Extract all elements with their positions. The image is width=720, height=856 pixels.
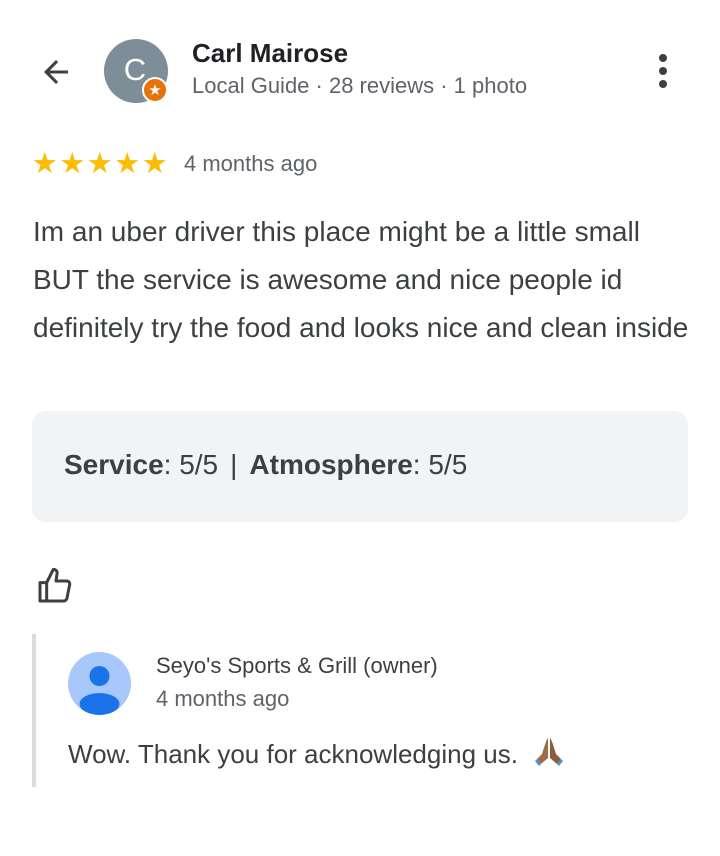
review-date: 4 months ago (184, 151, 318, 176)
star-icon: ★ (141, 148, 168, 180)
attribute-separator: | (230, 449, 238, 480)
author-meta: Local Guide · 28 reviews · 1 photo (192, 73, 528, 98)
local-guide-star-icon: ★ (142, 77, 168, 103)
owner-name: Seyo's Sports & Grill (owner) (156, 653, 438, 678)
back-button[interactable] (34, 50, 78, 94)
attribute-value: : 5/5 (163, 449, 219, 480)
star-icon: ★ (59, 148, 86, 180)
owner-response-date: 4 months ago (156, 686, 290, 711)
owner-response-text-row: Wow. Thank you for acknowledging us. (68, 734, 566, 775)
attribute-value: : 5/5 (412, 449, 468, 480)
reply-indent-bar (32, 634, 36, 787)
person-icon (79, 666, 120, 715)
author-name[interactable]: Carl Mairose (192, 38, 348, 69)
attributes-line: Service: 5/5 | Atmosphere: 5/5 (64, 449, 467, 481)
more-vert-icon (659, 54, 667, 62)
review-text: Im an uber driver this place might be a … (33, 216, 689, 343)
more-options-button[interactable] (640, 46, 686, 96)
like-button[interactable] (31, 562, 79, 610)
owner-avatar (68, 652, 131, 715)
attribute-name: Service (64, 449, 164, 480)
back-arrow-icon (44, 60, 68, 84)
folded-hands-icon (532, 734, 566, 775)
star-icon: ★ (31, 148, 58, 180)
owner-response-text: Wow. Thank you for acknowledging us. (68, 739, 518, 769)
star-icon: ★ (114, 148, 141, 180)
attribute-name: Atmosphere (249, 449, 413, 480)
star-icon: ★ (86, 148, 113, 180)
thumbs-up-icon (38, 567, 72, 603)
star-rating: ★ ★ ★ ★ ★ (31, 150, 169, 179)
